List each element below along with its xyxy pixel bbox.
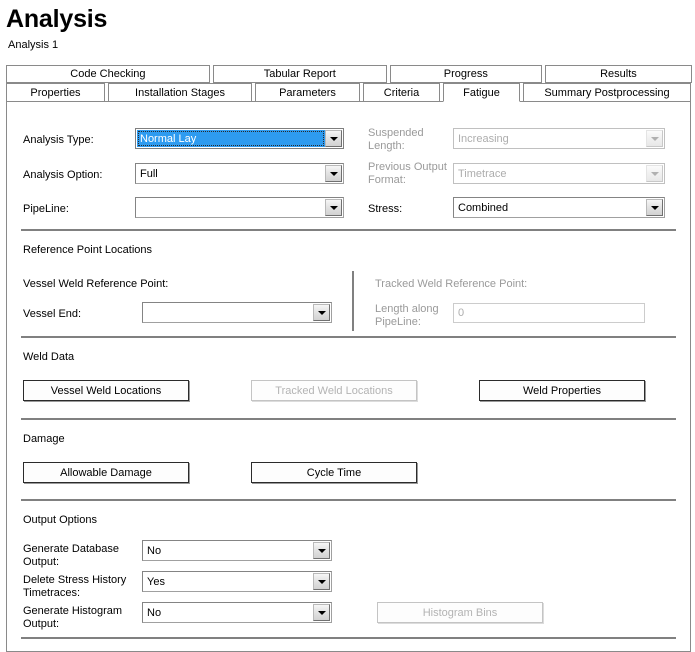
chevron-down-icon[interactable]: [313, 573, 330, 590]
chevron-down-icon[interactable]: [646, 199, 663, 216]
button-label: Histogram Bins: [423, 607, 498, 619]
analysis-option-value: Full: [136, 164, 325, 183]
tab-fatigue[interactable]: Fatigue: [443, 83, 520, 102]
page-subtitle: Analysis 1: [8, 38, 695, 52]
pipeline-value: [136, 198, 325, 217]
tab-parameters[interactable]: Parameters: [255, 83, 360, 101]
tab-label: Parameters: [279, 87, 336, 99]
generate-histogram-output-label-line2: Output:: [23, 618, 59, 631]
analysis-type-label: Analysis Type:: [23, 134, 94, 147]
tab-criteria[interactable]: Criteria: [363, 83, 440, 101]
chevron-down-icon[interactable]: [325, 165, 342, 182]
button-label: Tracked Weld Locations: [275, 385, 392, 397]
analysis-type-value: Normal Lay: [137, 130, 325, 147]
tab-row-top: Code Checking Tabular Report Progress Re…: [6, 65, 691, 83]
tab-summary-postprocessing[interactable]: Summary Postprocessing: [523, 83, 691, 101]
tab-properties[interactable]: Properties: [6, 83, 105, 101]
tab-results[interactable]: Results: [545, 65, 692, 83]
button-label: Vessel Weld Locations: [51, 385, 161, 397]
section-divider: [21, 637, 676, 639]
length-along-pipeline-label-line1: Length along: [375, 303, 439, 316]
length-along-pipeline-label-line2: PipeLine:: [375, 316, 421, 329]
vessel-end-value: [143, 303, 313, 322]
button-label: Allowable Damage: [60, 467, 152, 479]
tab-progress[interactable]: Progress: [390, 65, 542, 83]
cycle-time-button[interactable]: Cycle Time: [251, 462, 417, 483]
pipeline-label: PipeLine:: [23, 203, 69, 216]
tab-label: Tabular Report: [264, 68, 336, 80]
tab-bar: Code Checking Tabular Report Progress Re…: [0, 65, 695, 101]
previous-output-format-label-line2: Format:: [368, 174, 406, 187]
tab-label: Progress: [444, 68, 488, 80]
analysis-option-label: Analysis Option:: [23, 169, 102, 182]
allowable-damage-button[interactable]: Allowable Damage: [23, 462, 189, 483]
chevron-down-icon: [646, 165, 663, 182]
page-title: Analysis: [6, 4, 695, 34]
suspended-length-value: Increasing: [454, 129, 646, 148]
histogram-bins-button: Histogram Bins: [377, 602, 543, 623]
weld-data-title: Weld Data: [23, 351, 74, 363]
generate-histogram-output-label-line1: Generate Histogram: [23, 605, 122, 618]
generate-database-output-combo[interactable]: No: [142, 540, 332, 561]
generate-histogram-output-combo[interactable]: No: [142, 602, 332, 623]
stress-value: Combined: [454, 198, 646, 217]
chevron-down-icon: [646, 130, 663, 147]
tab-label: Properties: [30, 87, 80, 99]
delete-stress-history-label-line2: Timetraces:: [23, 587, 80, 600]
chevron-down-icon[interactable]: [325, 130, 342, 147]
suspended-length-label-line2: Length:: [368, 140, 405, 153]
button-label: Cycle Time: [307, 467, 361, 479]
button-label: Weld Properties: [523, 385, 601, 397]
generate-histogram-output-value: No: [143, 603, 313, 622]
tab-tabular-report[interactable]: Tabular Report: [213, 65, 387, 83]
tab-label: Fatigue: [463, 87, 500, 99]
vertical-divider: [352, 271, 354, 331]
output-options-title: Output Options: [23, 514, 97, 526]
tab-installation-stages[interactable]: Installation Stages: [108, 83, 252, 101]
tracked-weld-reference-point-title: Tracked Weld Reference Point:: [375, 278, 527, 291]
generate-database-output-label-line1: Generate Database: [23, 543, 119, 556]
tracked-weld-locations-button: Tracked Weld Locations: [251, 380, 417, 401]
section-divider: [21, 229, 676, 231]
tab-label: Summary Postprocessing: [544, 87, 669, 99]
tab-label: Criteria: [384, 87, 419, 99]
generate-database-output-label-line2: Output:: [23, 556, 59, 569]
damage-title: Damage: [23, 433, 65, 445]
fatigue-tab-panel: Analysis Type: Normal Lay Analysis Optio…: [6, 101, 691, 652]
weld-properties-button[interactable]: Weld Properties: [479, 380, 645, 401]
length-along-pipeline-input: 0: [453, 303, 645, 323]
analysis-option-combo[interactable]: Full: [135, 163, 344, 184]
page-header: Analysis Analysis 1: [0, 0, 695, 52]
vessel-end-combo[interactable]: [142, 302, 332, 323]
stress-combo[interactable]: Combined: [453, 197, 665, 218]
reference-point-locations-title: Reference Point Locations: [23, 244, 152, 256]
suspended-length-combo: Increasing: [453, 128, 665, 149]
tab-label: Results: [600, 68, 637, 80]
section-divider: [21, 418, 676, 420]
chevron-down-icon[interactable]: [313, 604, 330, 621]
previous-output-format-value: Timetrace: [454, 164, 646, 183]
tab-label: Code Checking: [70, 68, 145, 80]
tab-row-bottom: Properties Installation Stages Parameter…: [6, 83, 691, 101]
delete-stress-history-label-line1: Delete Stress History: [23, 574, 126, 587]
section-divider: [21, 336, 676, 338]
analysis-type-combo[interactable]: Normal Lay: [135, 128, 344, 149]
delete-stress-history-combo[interactable]: Yes: [142, 571, 332, 592]
previous-output-format-combo: Timetrace: [453, 163, 665, 184]
vessel-weld-reference-point-title: Vessel Weld Reference Point:: [23, 278, 168, 291]
chevron-down-icon[interactable]: [325, 199, 342, 216]
section-divider: [21, 499, 676, 501]
tab-label: Installation Stages: [135, 87, 225, 99]
chevron-down-icon[interactable]: [313, 304, 330, 321]
delete-stress-history-value: Yes: [143, 572, 313, 591]
chevron-down-icon[interactable]: [313, 542, 330, 559]
vessel-weld-locations-button[interactable]: Vessel Weld Locations: [23, 380, 189, 401]
pipeline-combo[interactable]: [135, 197, 344, 218]
generate-database-output-value: No: [143, 541, 313, 560]
tab-code-checking[interactable]: Code Checking: [6, 65, 210, 83]
suspended-length-label-line1: Suspended: [368, 127, 424, 140]
previous-output-format-label-line1: Previous Output: [368, 161, 447, 174]
vessel-end-label: Vessel End:: [23, 308, 81, 321]
stress-label: Stress:: [368, 203, 402, 216]
